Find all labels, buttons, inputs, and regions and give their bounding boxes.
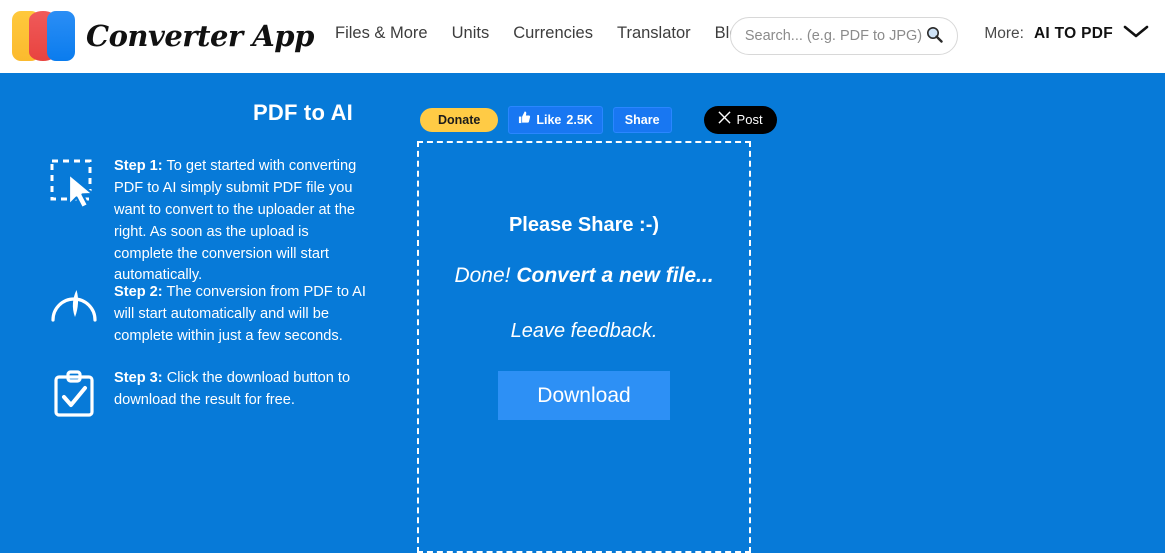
x-post-label: Post: [736, 111, 763, 127]
step-2-text: Step 2: The conversion from PDF to AI wi…: [114, 282, 366, 348]
done-prefix: Done!: [454, 264, 517, 287]
converter-app-logo-icon: [12, 11, 76, 61]
step-3-label: Step 3:: [114, 370, 163, 386]
leave-feedback-link[interactable]: Leave feedback.: [419, 320, 749, 343]
brand-name: Converter App: [86, 19, 314, 53]
download-button[interactable]: Download: [498, 371, 670, 420]
done-message: Done! Convert a new file...: [419, 264, 749, 288]
cursor-select-icon: [48, 156, 100, 208]
donate-button[interactable]: Donate: [420, 107, 499, 132]
search-icon[interactable]: [926, 26, 943, 47]
search-placeholder: Search... (e.g. PDF to JPG): [744, 28, 923, 44]
step-2-label: Step 2:: [114, 284, 163, 300]
more-selected-value: AI TO PDF: [1033, 25, 1113, 42]
step-2: Step 2: The conversion from PDF to AI wi…: [48, 282, 366, 348]
nav-item-units[interactable]: Units: [452, 24, 490, 43]
instructions-column: PDF to AI Step 1: To get started with co…: [48, 100, 388, 417]
more-dropdown[interactable]: More: AI TO PDF: [984, 24, 1149, 44]
step-1-text: Step 1: To get started with converting P…: [114, 156, 366, 287]
search-input[interactable]: Search... (e.g. PDF to JPG): [730, 17, 958, 55]
step-1-body: To get started with converting PDF to AI…: [114, 158, 357, 284]
upload-result-panel[interactable]: Please Share :-) Done! Convert a new fil…: [417, 141, 751, 553]
chevron-down-icon[interactable]: [1123, 24, 1149, 44]
facebook-like-button[interactable]: Like 2.5K: [508, 106, 603, 134]
page-title: PDF to AI: [253, 100, 353, 125]
nav-item-files-more[interactable]: Files & More: [335, 24, 428, 43]
nav-item-translator[interactable]: Translator: [617, 24, 691, 43]
page-body: PDF to AI Step 1: To get started with co…: [0, 73, 1165, 553]
please-share-heading: Please Share :-): [508, 214, 660, 236]
thumbs-up-icon: [518, 111, 531, 129]
facebook-like-count: 2.5K: [566, 112, 593, 127]
facebook-like-label: Like: [536, 112, 562, 127]
step-3: Step 3: Click the download button to dow…: [48, 368, 366, 418]
nav-item-currencies[interactable]: Currencies: [513, 24, 593, 43]
social-buttons: Donate Like 2.5K Share Post: [420, 106, 777, 134]
step-1: Step 1: To get started with converting P…: [48, 156, 366, 287]
step-1-label: Step 1:: [114, 158, 163, 174]
x-logo-icon: [717, 111, 731, 129]
x-post-button[interactable]: Post: [703, 106, 777, 134]
more-label: More:: [984, 25, 1024, 42]
logo-link[interactable]: Converter App: [12, 11, 314, 61]
speedometer-icon: [48, 282, 100, 328]
clipboard-check-icon: [48, 368, 100, 418]
facebook-share-button[interactable]: Share: [612, 106, 672, 134]
convert-new-file-link[interactable]: Convert a new file...: [516, 264, 713, 287]
step-3-text: Step 3: Click the download button to dow…: [114, 368, 366, 412]
main-navigation: Files & More Units Currencies Translator…: [335, 24, 748, 43]
site-header: Converter App Files & More Units Currenc…: [0, 0, 1165, 73]
